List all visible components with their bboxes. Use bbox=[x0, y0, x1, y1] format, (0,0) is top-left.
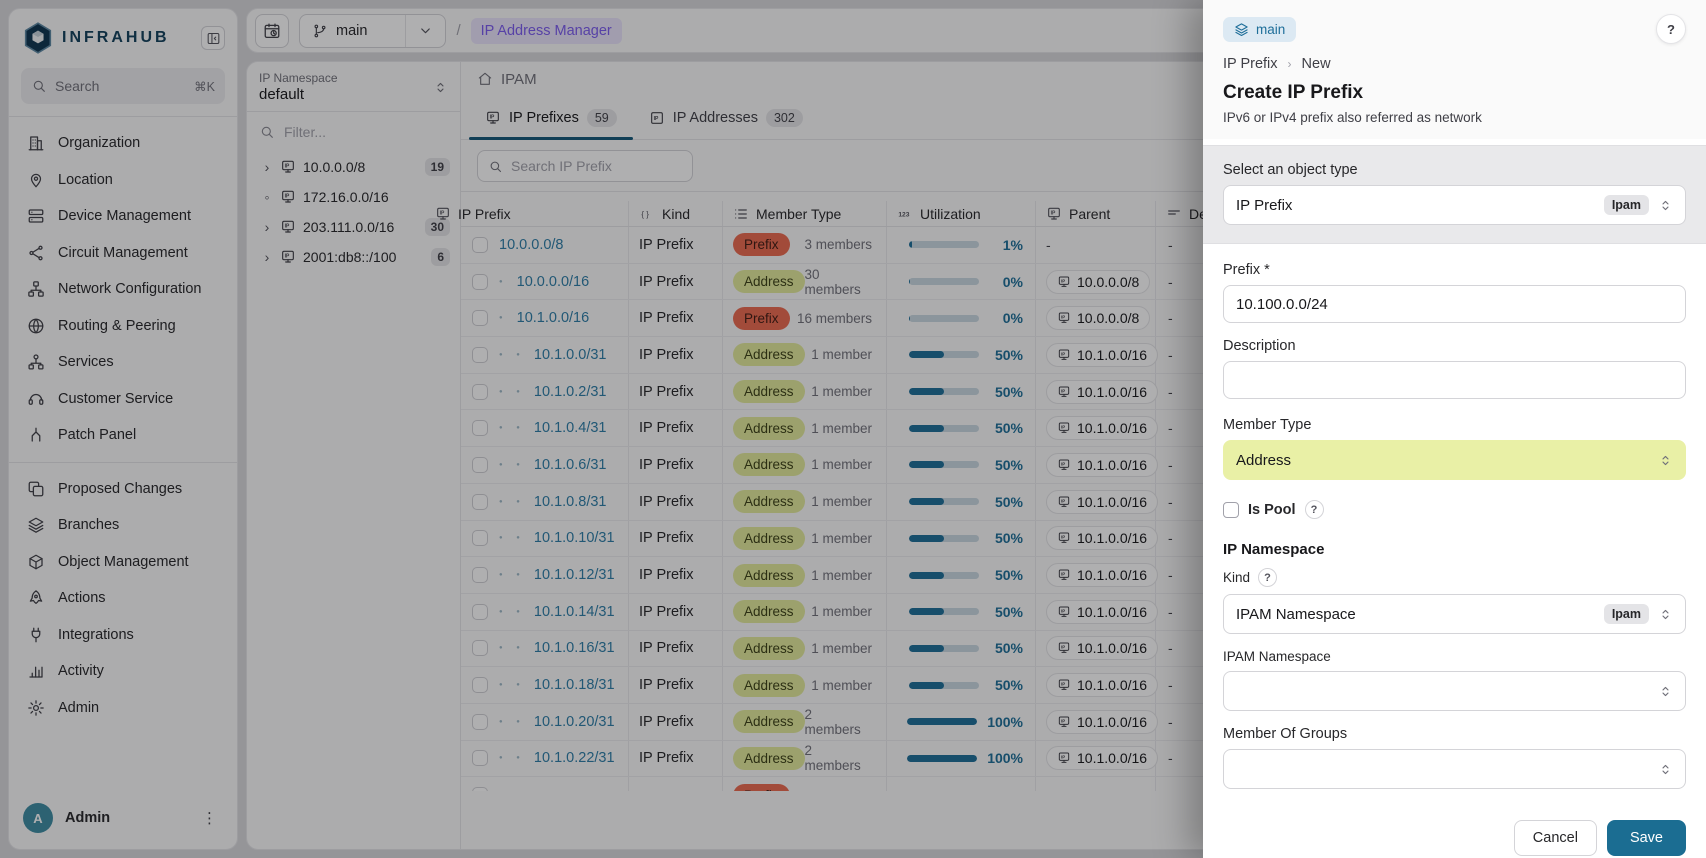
prefix-input[interactable] bbox=[1223, 285, 1686, 323]
chevrons-up-down-icon bbox=[1658, 684, 1673, 699]
member-type-value: Address bbox=[1236, 452, 1658, 469]
drawer-form: Prefix * Description Member Type Address… bbox=[1203, 244, 1706, 804]
member-of-groups-select[interactable] bbox=[1223, 749, 1686, 789]
is-pool-help-icon[interactable]: ? bbox=[1305, 500, 1324, 519]
kind-value: IPAM Namespace bbox=[1236, 606, 1604, 623]
drawer-title: Create IP Prefix bbox=[1223, 82, 1686, 104]
cancel-button[interactable]: Cancel bbox=[1514, 820, 1597, 856]
chevrons-up-down-icon bbox=[1658, 762, 1673, 777]
layers-icon bbox=[1234, 22, 1249, 37]
is-pool-checkbox[interactable] bbox=[1223, 502, 1239, 518]
ip-namespace-section-title: IP Namespace bbox=[1223, 541, 1686, 558]
drawer-subtitle: IPv6 or IPv4 prefix also referred as net… bbox=[1223, 110, 1686, 125]
chevron-right-icon: › bbox=[1288, 57, 1292, 71]
drawer-breadcrumb: IP Prefix › New bbox=[1223, 56, 1686, 72]
member-of-groups-field-label: Member Of Groups bbox=[1223, 726, 1686, 742]
branch-badge: main bbox=[1223, 17, 1296, 42]
object-type-label: Select an object type bbox=[1223, 162, 1686, 178]
help-button[interactable]: ? bbox=[1656, 14, 1686, 44]
prefix-field-label: Prefix * bbox=[1223, 262, 1686, 278]
kind-select[interactable]: IPAM Namespace Ipam bbox=[1223, 594, 1686, 634]
description-input[interactable] bbox=[1223, 361, 1686, 399]
member-type-field-label: Member Type bbox=[1223, 417, 1686, 433]
ipam-kind-badge: Ipam bbox=[1604, 195, 1649, 215]
object-type-value: IP Prefix bbox=[1236, 197, 1604, 214]
save-button[interactable]: Save bbox=[1607, 820, 1686, 856]
breadcrumb-item[interactable]: IP Prefix bbox=[1223, 56, 1278, 72]
ipam-kind-badge: Ipam bbox=[1604, 604, 1649, 624]
chevrons-up-down-icon bbox=[1658, 453, 1673, 468]
ipam-namespace-field-label: IPAM Namespace bbox=[1223, 649, 1686, 664]
ipam-namespace-select[interactable] bbox=[1223, 671, 1686, 711]
drawer-footer: Cancel Save bbox=[1203, 804, 1706, 856]
kind-help-icon[interactable]: ? bbox=[1258, 568, 1277, 587]
object-type-select[interactable]: IP Prefix Ipam bbox=[1223, 185, 1686, 225]
description-field-label: Description bbox=[1223, 338, 1686, 354]
kind-field-label: Kind bbox=[1223, 570, 1250, 585]
is-pool-label: Is Pool bbox=[1248, 502, 1296, 518]
breadcrumb-item: New bbox=[1302, 56, 1331, 72]
chevrons-up-down-icon bbox=[1658, 607, 1673, 622]
object-type-section: Select an object type IP Prefix Ipam bbox=[1203, 145, 1706, 244]
branch-badge-label: main bbox=[1256, 22, 1285, 37]
drawer-header: main ? IP Prefix › New Create IP Prefix … bbox=[1203, 0, 1706, 139]
member-type-select[interactable]: Address bbox=[1223, 440, 1686, 480]
chevrons-up-down-icon bbox=[1658, 198, 1673, 213]
create-ip-prefix-drawer: main ? IP Prefix › New Create IP Prefix … bbox=[1203, 0, 1706, 858]
